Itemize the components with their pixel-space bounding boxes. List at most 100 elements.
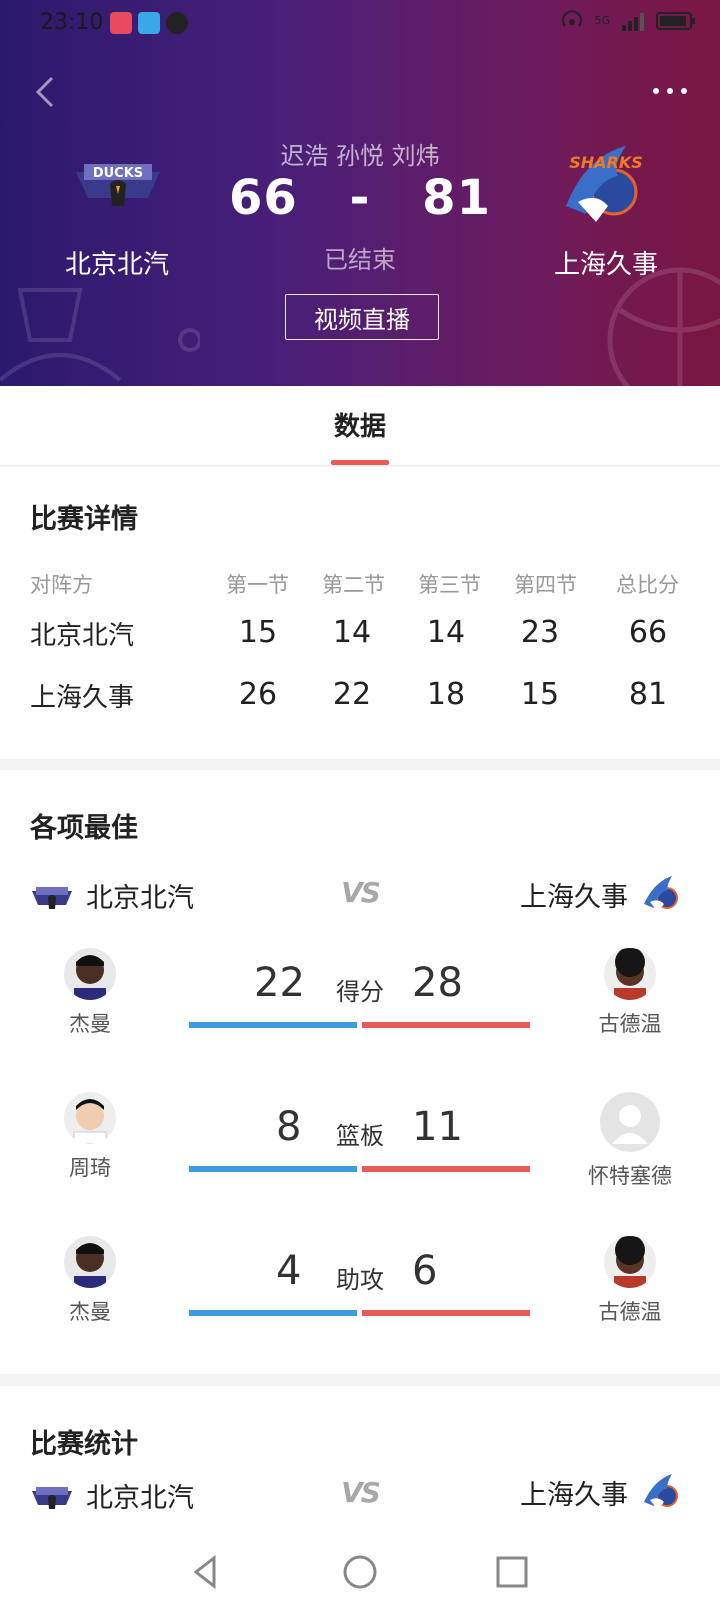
table-cell: 14 xyxy=(332,615,372,650)
vs-label: VS xyxy=(341,1476,381,1509)
vs-label: VS xyxy=(341,876,381,909)
home-leader-assists[interactable]: 杰曼 xyxy=(30,1236,150,1326)
signal-icon xyxy=(622,13,644,31)
nav-back-button[interactable] xyxy=(184,1550,228,1594)
tab-active-indicator xyxy=(331,460,389,465)
column-header: 对阵方 xyxy=(30,573,93,597)
network-type: 5G xyxy=(594,14,610,27)
score-separator: - xyxy=(349,170,371,226)
away-stat-value: 11 xyxy=(412,1104,463,1150)
player-avatar xyxy=(604,948,656,1000)
dot-icon xyxy=(667,88,673,94)
referees: 迟浩 孙悦 刘炜 xyxy=(280,142,440,170)
player-name: 周琦 xyxy=(69,1156,111,1180)
table-cell: 14 xyxy=(426,615,466,650)
scoreboard: 66 - 81 xyxy=(0,170,720,226)
nav-recents-button[interactable] xyxy=(490,1550,534,1594)
section-title: 比赛详情 xyxy=(30,504,138,535)
column-header: 第四节 xyxy=(514,573,577,597)
table-cell: 15 xyxy=(520,677,560,712)
stat-label: 助攻 xyxy=(336,1266,384,1294)
game-status: 已结束 xyxy=(324,246,396,274)
home-team-logo-small xyxy=(32,1486,72,1509)
status-time: 23:10 xyxy=(40,10,104,35)
status-right: 5G xyxy=(560,10,696,32)
away-stat-value: 6 xyxy=(412,1248,438,1294)
column-header: 总比分 xyxy=(616,573,679,597)
section-title: 比赛统计 xyxy=(30,1429,138,1460)
player-name: 杰曼 xyxy=(69,1300,111,1324)
section-title: 各项最佳 xyxy=(30,813,138,844)
match-stats-card: 比赛统计 北京北汽 VS 上海久事 xyxy=(0,1386,720,1530)
player-avatar-placeholder xyxy=(600,1092,660,1152)
table-cell: 22 xyxy=(332,677,372,712)
away-stat-value: 28 xyxy=(412,960,463,1006)
home-leader-rebounds[interactable]: 周琦 xyxy=(30,1092,150,1182)
column-header: 第二节 xyxy=(322,573,385,597)
home-stat-bar xyxy=(189,1022,357,1028)
triangle-back-icon xyxy=(193,1554,216,1590)
leaders-card: 各项最佳 北京北汽 VS 上海久事 杰曼 22 得分 28 古德温 周琦 8 篮… xyxy=(0,770,720,1374)
home-stat-value: 8 xyxy=(276,1104,302,1150)
stats-home-team: 北京北汽 xyxy=(30,1476,194,1515)
home-score: 66 xyxy=(229,170,298,226)
status-bar: 23:10 5G xyxy=(0,0,720,48)
stat-label: 得分 xyxy=(336,978,384,1006)
team-name: 上海久事 xyxy=(520,881,628,913)
player-avatar xyxy=(604,1236,656,1288)
game-header: 23:10 5G DUCKS 北京北汽 SHARKS 上海久事 迟浩 孙悦 刘炜… xyxy=(0,0,720,386)
system-nav-bar xyxy=(0,1530,720,1612)
tab-bar: 数据 xyxy=(0,386,720,466)
dot-icon xyxy=(653,88,659,94)
message-app-icon xyxy=(166,12,188,34)
away-leader-rebounds[interactable]: 怀特塞德 xyxy=(570,1092,690,1190)
home-leader-points[interactable]: 杰曼 xyxy=(30,948,150,1038)
stats-away-team: 上海久事 xyxy=(520,1470,684,1514)
table-cell: 66 xyxy=(628,615,668,650)
table-row-team: 上海久事 xyxy=(30,683,135,713)
square-recents-icon xyxy=(496,1556,528,1588)
reader-app-icon xyxy=(138,12,160,34)
nav-home-button[interactable] xyxy=(338,1550,382,1594)
column-header: 第一节 xyxy=(226,573,289,597)
match-detail-card: 比赛详情 对阵方 第一节 第二节 第三节 第四节 总比分 北京北汽 15 14 … xyxy=(0,467,720,759)
more-button[interactable] xyxy=(646,76,694,106)
away-team-logo-small xyxy=(644,876,678,912)
table-cell: 26 xyxy=(238,677,278,712)
home-stat-bar xyxy=(189,1166,357,1172)
away-stat-bar xyxy=(362,1310,530,1316)
table-row-team: 北京北汽 xyxy=(30,621,135,651)
leaders-away-team: 上海久事 xyxy=(520,872,684,916)
column-header: 第三节 xyxy=(418,573,481,597)
home-stat-value: 4 xyxy=(276,1248,302,1294)
table-cell: 18 xyxy=(426,677,466,712)
home-stat-bar xyxy=(189,1310,357,1316)
player-name: 古德温 xyxy=(598,1012,662,1036)
chevron-left-icon xyxy=(35,76,54,108)
player-name: 杰曼 xyxy=(69,1012,111,1036)
tab-data[interactable]: 数据 xyxy=(310,406,410,443)
dot-icon xyxy=(681,88,687,94)
video-live-button[interactable]: 视频直播 xyxy=(285,294,439,340)
player-name: 古德温 xyxy=(598,1300,662,1324)
team-name: 北京北汽 xyxy=(86,883,194,914)
away-stat-bar xyxy=(362,1022,530,1028)
table-cell: 15 xyxy=(238,615,278,650)
leaders-home-team: 北京北汽 xyxy=(30,876,194,915)
away-leader-assists[interactable]: 古德温 xyxy=(570,1236,690,1326)
player-avatar xyxy=(64,1092,116,1144)
player-avatar xyxy=(64,1236,116,1288)
away-score: 81 xyxy=(422,170,491,226)
stat-label: 篮板 xyxy=(336,1122,384,1150)
team-name: 北京北汽 xyxy=(86,1483,194,1514)
player-name: 怀特塞德 xyxy=(588,1164,672,1188)
home-stat-value: 22 xyxy=(254,960,305,1006)
away-stat-bar xyxy=(362,1166,530,1172)
player-avatar xyxy=(64,948,116,1000)
table-cell: 81 xyxy=(628,677,668,712)
table-cell: 23 xyxy=(520,615,560,650)
away-team-logo-small xyxy=(644,1474,678,1510)
back-button[interactable] xyxy=(26,70,66,114)
battery-icon xyxy=(656,12,695,30)
away-leader-points[interactable]: 古德温 xyxy=(570,948,690,1038)
